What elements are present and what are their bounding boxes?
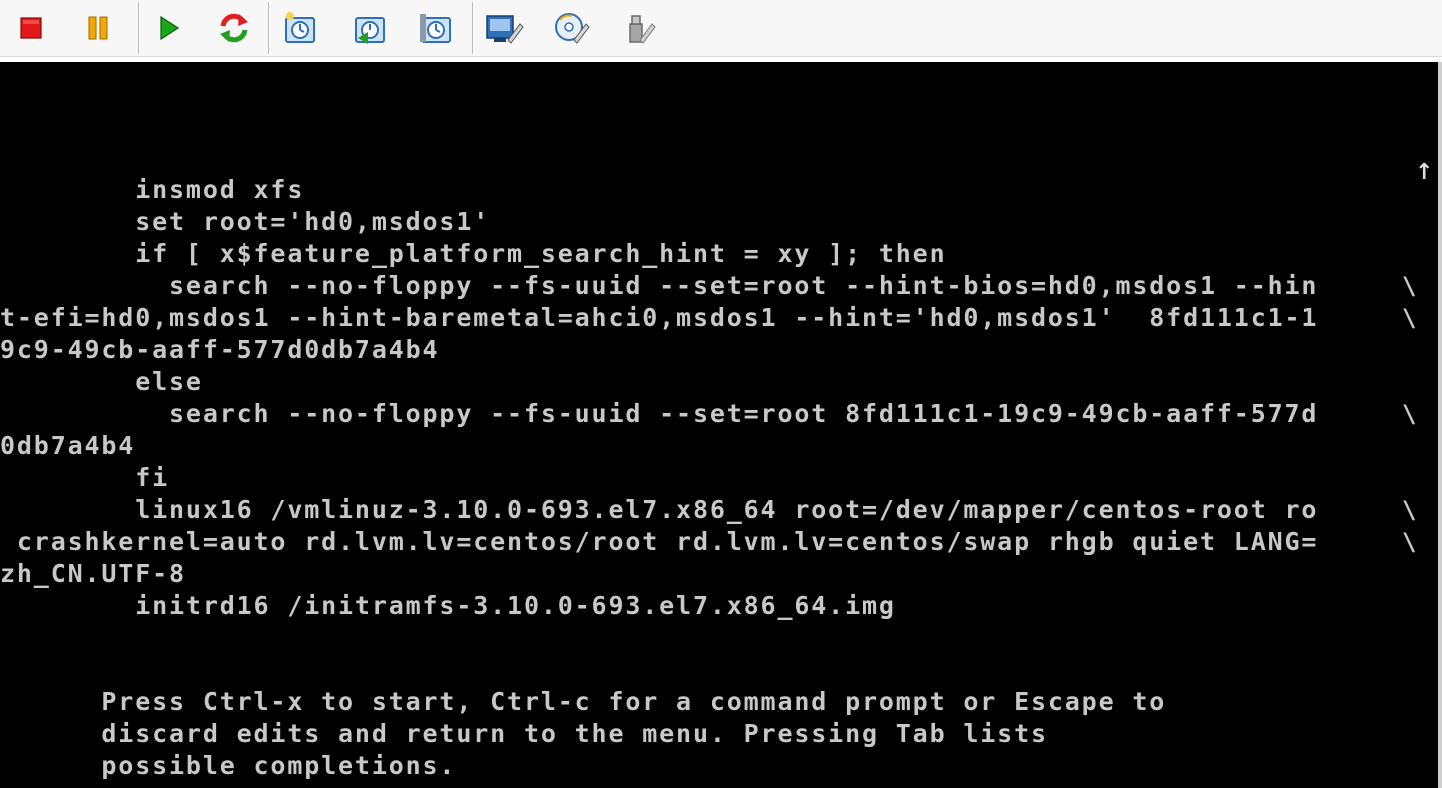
cd-dvd-icon [555,13,590,44]
power-on-button[interactable] [142,6,194,50]
toolbar-separator [268,2,269,54]
take-snapshot-button[interactable] [274,6,326,50]
vm-toolbar [0,0,1442,56]
console-line: t-efi=hd0,msdos1 --hint-baremetal=ahci0,… [0,303,1319,332]
revert-snapshot-button[interactable] [344,6,396,50]
console-line: possible completions. [0,751,457,780]
line-continuation-marker: \ [1402,496,1417,524]
console-line: 0db7a4b4 [0,431,136,460]
vm-settings-icon [486,15,524,44]
suspend-button[interactable] [72,6,124,50]
console-line: 9c9-49cb-aaff-577d0db7a4b4 [0,335,440,364]
power-off-icon [20,17,42,39]
console-line: insmod xfs [0,175,305,204]
reset-button[interactable] [208,6,260,50]
snapshot-manager-button[interactable] [410,6,462,50]
console-line: else [0,367,203,396]
toolbar-separator [472,2,473,54]
line-continuation-marker: \ [1402,272,1417,300]
vm-console-screen[interactable]: insmod xfs set root='hd0,msdos1' if [ x$… [0,62,1438,788]
console-line: search --no-floppy --fs-uuid --set=root … [0,399,1319,428]
power-on-icon [160,15,180,41]
console-line: Press Ctrl-x to start, Ctrl-c for a comm… [0,687,1167,716]
console-line: set root='hd0,msdos1' [0,207,491,236]
reset-icon [220,13,248,43]
snapshot-manager-icon [420,14,451,43]
usb-devices-button[interactable] [614,6,666,50]
console-line: linux16 /vmlinuz-3.10.0-693.el7.x86_64 r… [0,495,1319,524]
console-line: zh_CN.UTF-8 [0,559,186,588]
line-continuation-marker: \ [1402,400,1417,428]
toolbar-separator [138,2,139,54]
usb-device-icon [629,15,656,44]
revert-snapshot-icon [355,17,385,44]
suspend-icon [88,16,108,40]
console-line: discard edits and return to the menu. Pr… [0,719,1048,748]
scroll-up-indicator: ↑ [1415,160,1434,185]
console-line: search --no-floppy --fs-uuid --set=root … [0,271,1319,300]
power-off-button[interactable] [5,6,57,50]
vm-settings-button[interactable] [478,6,530,50]
snapshot-icon [285,12,315,43]
console-line: initrd16 /initramfs-3.10.0-693.el7.x86_6… [0,591,896,620]
line-continuation-marker: \ [1402,304,1417,332]
line-continuation-marker: \ [1402,528,1417,556]
console-line: if [ x$feature_platform_search_hint = xy… [0,239,947,268]
console-line: crashkernel=auto rd.lvm.lv=centos/root r… [0,527,1319,556]
console-line: fi [0,463,170,492]
cd-dvd-button[interactable] [546,6,598,50]
console-frame-edge [1438,62,1442,788]
